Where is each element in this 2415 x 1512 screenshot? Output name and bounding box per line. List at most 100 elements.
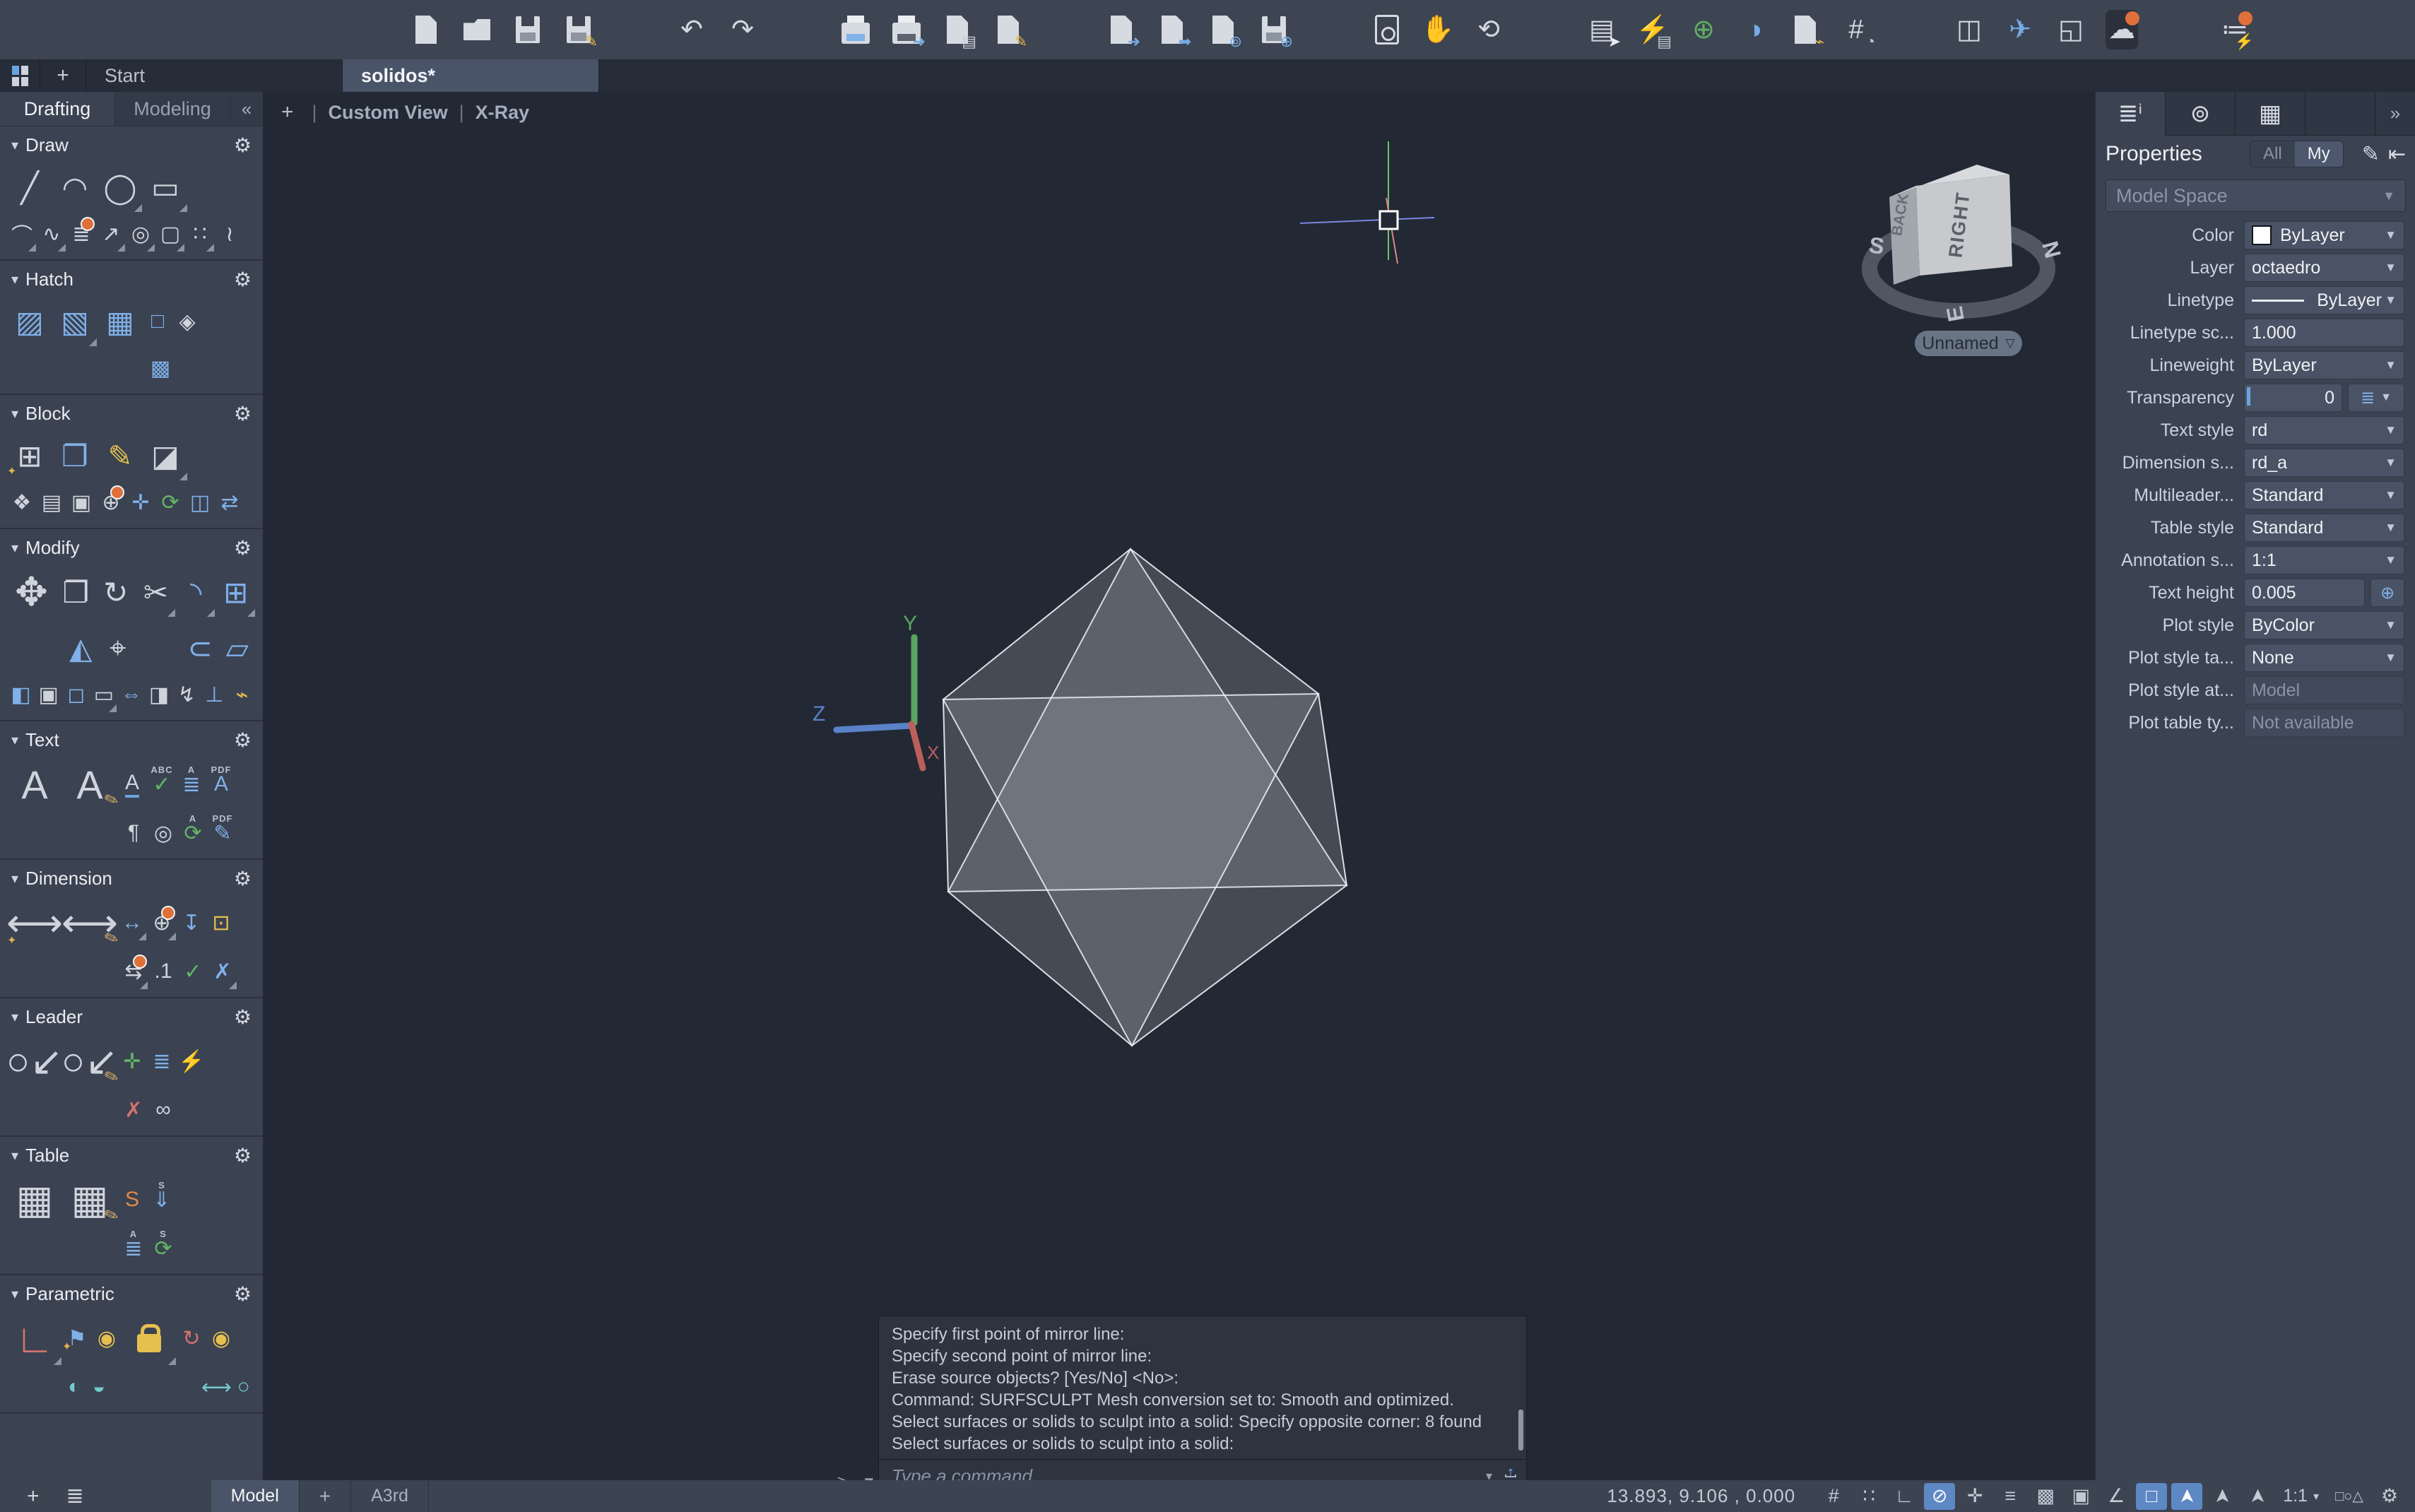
align-tool[interactable]: ⊥ xyxy=(201,676,228,713)
dimension-s--field[interactable]: rd_a▼ xyxy=(2244,449,2404,477)
scale-tool[interactable]: ◻ xyxy=(62,676,90,713)
import-button[interactable]: ➜ xyxy=(1105,10,1138,49)
disclosure-triangle-icon[interactable]: ▾ xyxy=(11,731,18,749)
download-from-source-tool[interactable]: S⇓ xyxy=(147,1181,177,1218)
geometric-constraints-tool[interactable]: ∟ xyxy=(7,1311,62,1366)
command-scrollbar[interactable] xyxy=(1518,1410,1523,1451)
tab-empty[interactable] xyxy=(2305,92,2375,136)
show-constraints-tool[interactable]: ◉ xyxy=(92,1320,122,1357)
linetype-field[interactable]: ByLayer▼ xyxy=(2244,286,2404,314)
select-similar-tool[interactable]: ⌖ xyxy=(100,622,137,673)
share-drawing-button[interactable]: ✈ xyxy=(2004,10,2036,49)
chevron-down-icon[interactable]: ▾ xyxy=(1486,1469,1492,1481)
batch-print-button[interactable]: ➜ xyxy=(890,10,923,49)
text-columns-tool[interactable]: ¶ xyxy=(119,815,148,851)
text-list-tool[interactable]: A≣ xyxy=(177,766,206,803)
inspect-dimension-tool[interactable]: ✗ xyxy=(208,953,237,990)
dimension-style-tool[interactable]: ⟷✎ xyxy=(62,895,117,950)
layer-field[interactable]: octaedro▼ xyxy=(2244,254,2404,282)
tab-modeling[interactable]: Modeling xyxy=(115,92,230,126)
leader-update-tool[interactable]: ⚡ xyxy=(177,1043,206,1080)
gear-icon[interactable]: ⚙ xyxy=(234,1005,252,1029)
pick-text-height-button[interactable]: ⊕ xyxy=(2370,579,2404,607)
annotation-visibility-toggle[interactable]: ➤ xyxy=(2207,1483,2238,1510)
compass-north[interactable]: N xyxy=(2037,238,2065,261)
more-tabs-button[interactable]: » xyxy=(2375,92,2415,136)
filter-my-button[interactable]: My xyxy=(2295,141,2343,167)
plot-style-edit-button[interactable]: ✎ xyxy=(992,10,1025,49)
redo-button[interactable]: ↷ xyxy=(726,10,759,49)
tab-solidos[interactable]: solidos* xyxy=(343,59,599,92)
move-tool[interactable]: ✥ xyxy=(7,565,56,620)
rectangle-tool[interactable]: ▭ xyxy=(143,162,188,213)
command-input-row[interactable]: Type a command ▾ xyxy=(879,1459,1526,1480)
filter-all-button[interactable]: All xyxy=(2250,141,2295,167)
disclosure-triangle-icon[interactable]: ▾ xyxy=(11,539,18,557)
annotation-monitor-toggle[interactable]: ➤ xyxy=(2171,1483,2202,1510)
workspace-switching-icon[interactable]: □○△ xyxy=(2329,1483,2370,1510)
drawing-viewport[interactable]: Y Z X + | Custom View | X-Ray RIGH xyxy=(263,92,2095,1480)
disclosure-triangle-icon[interactable]: ▾ xyxy=(11,1008,18,1026)
save-as-button[interactable]: ✎ xyxy=(562,10,595,49)
tab-start[interactable]: Start xyxy=(86,59,343,92)
tolerance-tool[interactable]: .1 xyxy=(148,953,178,990)
selection-cycling-toggle[interactable]: ▣ xyxy=(2065,1483,2096,1510)
aligned-constraint-tool[interactable]: ⟷ xyxy=(201,1369,231,1405)
model-scene[interactable]: Y Z X xyxy=(263,92,2095,1480)
viewport-add-button[interactable]: + xyxy=(281,100,294,124)
gear-icon[interactable]: ⚙ xyxy=(234,134,252,157)
collapse-panel-icon[interactable]: ⇤ xyxy=(2388,142,2406,167)
point-tool[interactable]: ∷ xyxy=(185,215,215,252)
annotation-s--field[interactable]: 1:1▼ xyxy=(2244,546,2404,574)
plot-style-field[interactable]: ByColor▼ xyxy=(2244,611,2404,639)
edit-properties-icon[interactable]: ✎ xyxy=(2362,142,2380,167)
mirror-tool[interactable]: ◭ xyxy=(62,622,100,673)
continue-dimension-tool[interactable]: ⇆ xyxy=(119,953,148,990)
preview-button[interactable]: ◱ xyxy=(2055,10,2087,49)
text-style-tool[interactable]: A✎ xyxy=(62,757,117,812)
edit-dimension-tool[interactable]: ⊡ xyxy=(206,904,236,941)
update-data-link-tool[interactable]: S⟳ xyxy=(148,1230,178,1267)
layout-tab-model[interactable]: Model xyxy=(211,1480,300,1512)
linetype-sc--field[interactable]: 1.000 xyxy=(2244,319,2404,347)
settings-gear-icon[interactable]: ⚙ xyxy=(2374,1483,2405,1510)
fillet-tool[interactable]: ◝ xyxy=(176,567,216,618)
hatch-edit-tool[interactable]: ▩ xyxy=(146,350,175,386)
transparency-slider[interactable]: 0 xyxy=(2244,384,2342,412)
disclosure-triangle-icon[interactable]: ▾ xyxy=(11,1285,18,1303)
multileader-style-tool[interactable]: ○↙✎ xyxy=(62,1034,117,1089)
disclosure-triangle-icon[interactable]: ▾ xyxy=(11,271,18,288)
attach-reference-button[interactable]: ⊚ xyxy=(1207,10,1239,49)
gear-icon[interactable]: ⚙ xyxy=(234,728,252,752)
command-prompt-marker[interactable]: >_ ▾ xyxy=(837,1471,873,1480)
trim-tool[interactable]: ✂ xyxy=(136,567,176,618)
text-style-field[interactable]: rd▼ xyxy=(2244,416,2404,444)
annotation-scale-dropdown[interactable]: 1:1 ▾ xyxy=(2277,1486,2325,1506)
transparency-display-toggle[interactable]: ▩ xyxy=(2030,1483,2061,1510)
revision-cloud-tool[interactable]: ▢ xyxy=(155,215,185,252)
ortho-mode-toggle[interactable]: ∟ xyxy=(1889,1483,1920,1510)
save-to-web-button[interactable]: ⊕ xyxy=(1258,10,1290,49)
box-3d-tool[interactable]: ▱ xyxy=(219,622,256,673)
tab-drafting[interactable]: Drafting xyxy=(0,92,115,126)
orbit-button[interactable]: ⟲ xyxy=(1472,10,1505,49)
page-setup-button[interactable]: ▤ xyxy=(941,10,974,49)
spell-check-tool[interactable]: ABC✓ xyxy=(147,766,177,803)
named-view-dropdown[interactable]: Unnamed ▽ xyxy=(1915,331,2022,356)
remove-leader-tool[interactable]: ✗ xyxy=(119,1092,148,1128)
copy-tool[interactable]: ❐ xyxy=(56,567,96,618)
layout-compare-button[interactable]: ◫ xyxy=(1953,10,1985,49)
tool-sets-button[interactable]: ▤➤ xyxy=(1586,10,1618,49)
break-tool[interactable]: ◨ xyxy=(146,676,173,713)
view-control[interactable]: Custom View xyxy=(329,102,448,124)
tag-tool[interactable]: ❖ xyxy=(7,484,37,521)
viewport-layout-button[interactable] xyxy=(0,59,40,92)
gear-icon[interactable]: ⚙ xyxy=(234,536,252,560)
block-editor-tool[interactable]: ✎ xyxy=(98,430,143,481)
gear-icon[interactable]: ⚙ xyxy=(234,268,252,291)
visual-styles-button[interactable]: ◑ xyxy=(1738,10,1771,49)
sync-attributes-tool[interactable]: ⟳ xyxy=(155,484,185,521)
collect-leaders-tool[interactable]: ∞ xyxy=(148,1092,178,1128)
disclosure-triangle-icon[interactable]: ▾ xyxy=(11,405,18,423)
save-button[interactable] xyxy=(512,10,544,49)
